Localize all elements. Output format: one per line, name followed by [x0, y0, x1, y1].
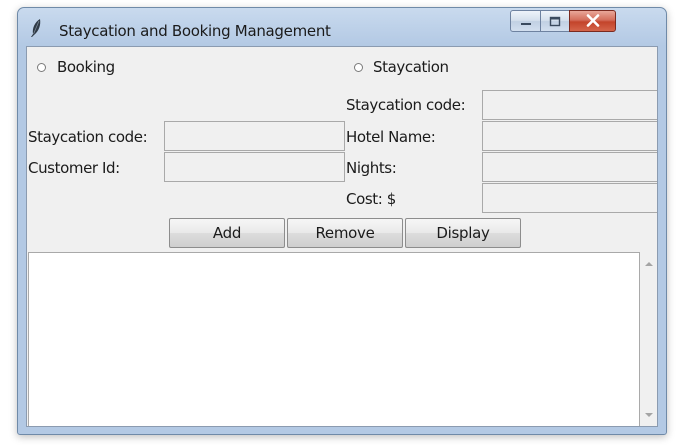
window-title: Staycation and Booking Management — [59, 22, 331, 40]
maximize-icon — [549, 12, 561, 31]
add-button[interactable]: Add — [169, 218, 285, 248]
title-bar[interactable]: Staycation and Booking Management — [18, 8, 666, 46]
minimize-button[interactable] — [510, 10, 541, 32]
remove-button[interactable]: Remove — [287, 218, 403, 248]
scroll-up-arrow-icon[interactable] — [645, 262, 653, 266]
radio-booking[interactable] — [37, 63, 46, 72]
app-window: Staycation and Booking Management Bookin… — [17, 7, 667, 435]
client-area: Booking Staycation Staycation code: Cust… — [26, 46, 658, 427]
nights-label: Nights: — [346, 159, 397, 177]
customer-id-field[interactable] — [164, 152, 345, 182]
radio-booking-label[interactable]: Booking — [57, 58, 115, 76]
customer-id-label: Customer Id: — [28, 159, 120, 177]
minimize-icon — [520, 12, 532, 31]
staycation-code-label: Staycation code: — [346, 96, 466, 114]
hotel-name-label: Hotel Name: — [346, 128, 436, 146]
booking-staycation-code-label: Staycation code: — [28, 128, 148, 146]
output-text-area[interactable] — [28, 252, 640, 426]
nights-field[interactable] — [482, 152, 657, 182]
scroll-down-arrow-icon[interactable] — [645, 413, 653, 417]
staycation-code-field[interactable] — [482, 90, 657, 120]
vertical-scrollbar[interactable] — [641, 252, 657, 426]
close-button[interactable] — [569, 10, 616, 32]
feather-icon — [29, 18, 43, 38]
cost-field[interactable] — [482, 183, 657, 213]
radio-staycation[interactable] — [354, 63, 363, 72]
display-button[interactable]: Display — [405, 218, 521, 248]
booking-staycation-code-field[interactable] — [164, 121, 345, 151]
close-icon — [586, 12, 600, 31]
cost-label: Cost: $ — [346, 190, 396, 208]
radio-staycation-label[interactable]: Staycation — [373, 58, 449, 76]
hotel-name-field[interactable] — [482, 121, 657, 151]
maximize-button[interactable] — [540, 10, 570, 32]
